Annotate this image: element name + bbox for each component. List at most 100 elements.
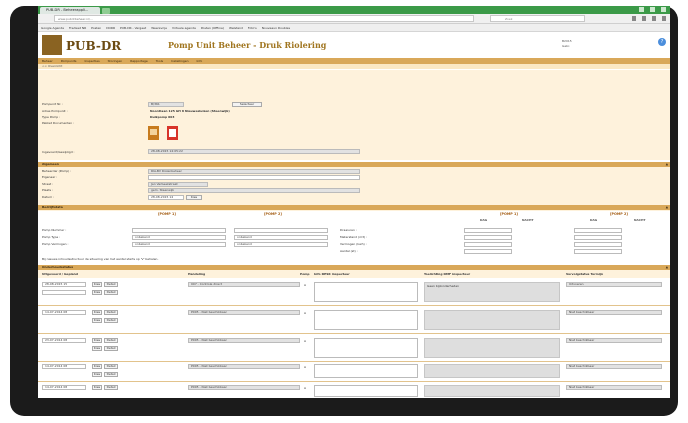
- row-kies-button[interactable]: Kies: [92, 338, 102, 343]
- bookmark-item[interactable]: PUB-DR - Vergeet: [120, 26, 146, 30]
- row-detail2-button[interactable]: Detail: [104, 346, 118, 351]
- home-icon[interactable]: [652, 16, 656, 21]
- header-info-line: Gebr.: [562, 44, 570, 48]
- pomp2-nummer-field[interactable]: [234, 228, 328, 233]
- section-bedrijfsdata[interactable]: Bedrijfsdata ▲: [38, 205, 670, 210]
- row-info-textarea[interactable]: [314, 338, 418, 358]
- row-detail-button[interactable]: Detail: [104, 282, 118, 287]
- bookmark-item[interactable]: Posten (Offline): [201, 26, 224, 30]
- row-handeling-select[interactable]: P005 - Niet beschikbaar: [188, 338, 300, 343]
- menu-item[interactable]: Instellingen: [169, 59, 190, 63]
- verbruik-label: Vermogen (kwh) :: [340, 242, 367, 246]
- bookmark-item[interactable]: Posten: [91, 26, 101, 30]
- row-date-field[interactable]: 23-07-2014 08: [42, 338, 86, 343]
- beheerder-select[interactable]: RIA-BV Riolenbeheer: [148, 169, 360, 174]
- bookmark-item[interactable]: Fredwet NR: [69, 26, 86, 30]
- menu-item[interactable]: Storingen: [106, 59, 125, 63]
- breadcrumb[interactable]: << Overzicht: [38, 64, 670, 69]
- menu-icon[interactable]: [662, 16, 666, 21]
- row-detail2-button[interactable]: Detail: [104, 318, 118, 323]
- menu-item[interactable]: Rapportage: [128, 59, 150, 63]
- row-kies2-button[interactable]: Kies: [92, 318, 102, 323]
- row-date-field[interactable]: 14-07-2014 08: [42, 364, 86, 369]
- plaats-select[interactable]: gem. Steenwijk: [148, 188, 360, 193]
- url-bar[interactable]: www.pubdrbeheer.nl/...: [54, 15, 474, 22]
- pomp2-vermogen-select[interactable]: onbekend: [234, 242, 328, 247]
- datum-field[interactable]: 28-08-2015 14: [148, 195, 184, 200]
- row-detail-button[interactable]: Detail: [104, 338, 118, 343]
- row-detail-button[interactable]: Detail: [104, 364, 118, 369]
- bookmark-icon[interactable]: [632, 16, 636, 21]
- menu-item[interactable]: Beheer: [40, 59, 55, 63]
- bookmark-item[interactable]: Welstand: [229, 26, 243, 30]
- row-date-field[interactable]: 14-07-2014 08: [42, 385, 86, 390]
- row-detail2-button[interactable]: Detail: [104, 290, 118, 295]
- pomp1-nummer-field[interactable]: [132, 228, 226, 233]
- select-pompunit-button[interactable]: Selecteer: [232, 102, 262, 107]
- row-status-select[interactable]: Niet beschikbaar: [566, 385, 662, 390]
- datum-pick-button[interactable]: Kies: [186, 195, 202, 200]
- draaiuren-dag-field[interactable]: [464, 228, 512, 233]
- meterstand-dag-field-2[interactable]: [574, 235, 622, 240]
- row-kies-button[interactable]: Kies: [92, 364, 102, 369]
- bookmark-item[interactable]: Virtuele agenda: [172, 26, 196, 30]
- row-handeling-select[interactable]: 007 - Controle direct: [188, 282, 300, 287]
- row-kies2-button[interactable]: Kies: [92, 372, 102, 377]
- aantal-dag-field-2[interactable]: [574, 249, 622, 254]
- close-icon[interactable]: [661, 7, 666, 12]
- bookmark-item[interactable]: Weersvrije: [151, 26, 167, 30]
- row-detail-button[interactable]: Detail: [104, 385, 118, 390]
- row-status-select[interactable]: Uitvoeren: [566, 282, 662, 287]
- pdf-document-icon[interactable]: [167, 126, 178, 140]
- pomp1-type-select[interactable]: onbekend: [132, 235, 226, 240]
- pomp1-vermogen-select[interactable]: onbekend: [132, 242, 226, 247]
- row-status-select[interactable]: Niet beschikbaar: [566, 364, 662, 369]
- menu-item[interactable]: Pompunits: [59, 59, 79, 63]
- pomp-nummer-label: Pomp Nummer :: [42, 228, 67, 232]
- row-info-textarea[interactable]: [314, 282, 418, 302]
- image-document-icon[interactable]: [148, 126, 159, 140]
- menu-item[interactable]: Info: [195, 59, 205, 63]
- row-info-textarea[interactable]: [314, 364, 418, 378]
- row-kies2-button[interactable]: Kies: [92, 290, 102, 295]
- row-handeling-select[interactable]: P005 - Niet beschikbaar: [188, 310, 300, 315]
- pompunit-field[interactable]: B/361: [148, 102, 184, 107]
- menu-item[interactable]: Inspecties: [82, 59, 101, 63]
- row-info-textarea[interactable]: [314, 385, 418, 397]
- row-handeling-select[interactable]: P005 - Niet beschikbaar: [188, 385, 300, 390]
- maximize-icon[interactable]: [650, 7, 655, 12]
- draaiuren-dag-field-2[interactable]: [574, 228, 622, 233]
- eigenaar-select[interactable]: [148, 175, 360, 180]
- row-date-field[interactable]: 14-07-2014 08: [42, 310, 86, 315]
- collapse-icon[interactable]: ▲: [666, 205, 668, 210]
- row-status-select[interactable]: Niet beschikbaar: [566, 338, 662, 343]
- row-kies-button[interactable]: Kies: [92, 282, 102, 287]
- pomp2-type-select[interactable]: onbekend: [234, 235, 328, 240]
- pomp1-header: [POMP 1]: [158, 212, 176, 216]
- search-input[interactable]: Zoek: [490, 15, 585, 22]
- row-detail-button[interactable]: Detail: [104, 310, 118, 315]
- help-icon[interactable]: ?: [658, 38, 666, 46]
- aantal-dag-field[interactable]: [464, 249, 512, 254]
- row-date2-field[interactable]: [42, 290, 86, 295]
- verbruik-dag-field[interactable]: [464, 242, 512, 247]
- verbruik-dag-field-2[interactable]: [574, 242, 622, 247]
- download-icon[interactable]: [642, 16, 646, 21]
- minimize-icon[interactable]: [639, 7, 644, 12]
- meterstand-dag-field[interactable]: [464, 235, 512, 240]
- bookmark-item[interactable]: DORR: [106, 26, 115, 30]
- row-detail2-button[interactable]: Detail: [104, 372, 118, 377]
- tab-pub-dr[interactable]: PUB-DR - Beheerappli...: [40, 7, 100, 14]
- row-kies-button[interactable]: Kies: [92, 310, 102, 315]
- row-kies-button[interactable]: Kies: [92, 385, 102, 390]
- menu-item[interactable]: Tools: [154, 59, 165, 63]
- bookmark-item[interactable]: Foto's: [248, 26, 257, 30]
- row-kies2-button[interactable]: Kies: [92, 346, 102, 351]
- row-handeling-select[interactable]: P005 - Niet beschikbaar: [188, 364, 300, 369]
- row-info-textarea[interactable]: [314, 310, 418, 330]
- col-uitgevoerd: Uitgevoerd / Gepland: [42, 272, 78, 276]
- bookmark-item[interactable]: Google Agenda: [41, 26, 64, 30]
- bookmark-item[interactable]: Nouveaux Doubles: [262, 26, 290, 30]
- row-date-field[interactable]: 28-08-2015 15: [42, 282, 86, 287]
- row-status-select[interactable]: Niet beschikbaar: [566, 310, 662, 315]
